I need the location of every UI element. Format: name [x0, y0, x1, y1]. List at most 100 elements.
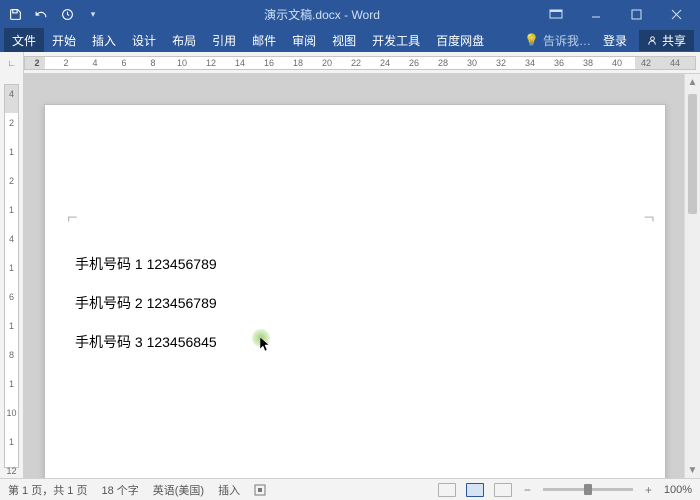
qat-dropdown-icon[interactable]: ▾ — [86, 7, 100, 21]
margin-mark-tr: ⌐ — [644, 207, 655, 228]
macro-icon[interactable] — [254, 484, 266, 496]
close-icon[interactable] — [664, 4, 688, 24]
text-line[interactable]: 手机号码 1 123456789 — [75, 245, 217, 284]
page-count[interactable]: 第 1 页，共 1 页 — [8, 482, 87, 498]
share-icon — [647, 35, 658, 46]
status-bar: 第 1 页，共 1 页 18 个字 英语(美国) 插入 − + 100% — [0, 478, 700, 500]
tab-insert[interactable]: 插入 — [84, 28, 124, 52]
save-icon[interactable] — [8, 7, 22, 21]
ribbon-options-icon[interactable] — [544, 4, 568, 24]
document-content[interactable]: 手机号码 1 123456789 手机号码 2 123456789 手机号码 3… — [75, 245, 217, 363]
ribbon-right: 💡 告诉我… 登录 共享 — [524, 28, 700, 52]
ruler-tick: 34 — [525, 58, 535, 68]
login-link[interactable]: 登录 — [597, 32, 633, 49]
ruler-tick: 20 — [322, 58, 332, 68]
language-status[interactable]: 英语(美国) — [153, 482, 204, 498]
window-controls — [544, 4, 700, 24]
ruler-tick: 4 — [9, 234, 14, 244]
ruler-tick: 14 — [235, 58, 245, 68]
share-label: 共享 — [662, 32, 686, 49]
ruler-tick: 30 — [467, 58, 477, 68]
ruler-tick: 16 — [264, 58, 274, 68]
minimize-icon[interactable] — [584, 4, 608, 24]
tab-developer[interactable]: 开发工具 — [364, 28, 428, 52]
tab-review[interactable]: 审阅 — [284, 28, 324, 52]
maximize-icon[interactable] — [624, 4, 648, 24]
ruler-tick: 10 — [177, 58, 187, 68]
zoom-out-button[interactable]: − — [522, 483, 533, 497]
title-bar: ▾ 演示文稿.docx - Word — [0, 0, 700, 28]
page-area: ⌐ ⌐ 手机号码 1 123456789 手机号码 2 123456789 手机… — [24, 74, 700, 478]
workspace: 4212141618110112 ⌐ ⌐ 手机号码 1 123456789 手机… — [0, 74, 700, 478]
ruler-tick: 2 — [34, 58, 39, 68]
ruler-tick: 1 — [9, 437, 14, 447]
ruler-tick: 36 — [554, 58, 564, 68]
document-title: 演示文稿.docx - Word — [100, 6, 544, 23]
tab-baidu[interactable]: 百度网盘 — [428, 28, 492, 52]
quick-access-toolbar: ▾ — [0, 7, 100, 21]
ruler-tick: 4 — [92, 58, 97, 68]
ruler-tick: 1 — [9, 147, 14, 157]
tab-references[interactable]: 引用 — [204, 28, 244, 52]
view-web-icon[interactable] — [494, 483, 512, 497]
ruler-area: ∟ 22468101214161820222426283032343638404… — [0, 52, 700, 74]
ruler-tick: 1 — [9, 379, 14, 389]
insert-mode[interactable]: 插入 — [218, 482, 240, 498]
ruler-tick: 2 — [9, 118, 14, 128]
view-read-icon[interactable] — [438, 483, 456, 497]
tab-layout[interactable]: 布局 — [164, 28, 204, 52]
ruler-tick: 44 — [670, 58, 680, 68]
ribbon-tabs: 文件 开始 插入 设计 布局 引用 邮件 审阅 视图 开发工具 百度网盘 💡 告… — [0, 28, 700, 52]
tab-file[interactable]: 文件 — [4, 28, 44, 52]
horizontal-ruler[interactable]: 2246810121416182022242628303234363840424… — [24, 56, 696, 70]
ruler-tick: 10 — [6, 408, 16, 418]
ruler-tick: 26 — [409, 58, 419, 68]
document-page[interactable]: ⌐ ⌐ 手机号码 1 123456789 手机号码 2 123456789 手机… — [44, 104, 666, 478]
undo-icon[interactable] — [34, 7, 48, 21]
text-line[interactable]: 手机号码 3 123456845 — [75, 323, 217, 362]
ruler-tick: 18 — [293, 58, 303, 68]
ruler-tick: 6 — [121, 58, 126, 68]
vertical-ruler[interactable]: 4212141618110112 — [0, 74, 24, 478]
lightbulb-icon: 💡 — [524, 33, 539, 47]
status-right: − + 100% — [438, 483, 692, 497]
scroll-up-icon[interactable]: ▲ — [685, 74, 700, 90]
vertical-scrollbar[interactable]: ▲ ▼ — [684, 74, 700, 478]
tell-me-label: 告诉我… — [543, 32, 591, 49]
ruler-tick: 32 — [496, 58, 506, 68]
tell-me-search[interactable]: 💡 告诉我… — [524, 32, 591, 49]
tab-mailings[interactable]: 邮件 — [244, 28, 284, 52]
ruler-tick: 4 — [9, 89, 14, 99]
ruler-tick: 40 — [612, 58, 622, 68]
text-line[interactable]: 手机号码 2 123456789 — [75, 284, 217, 323]
ruler-tick: 1 — [9, 321, 14, 331]
ruler-tick: 2 — [9, 176, 14, 186]
redo-icon[interactable] — [60, 7, 74, 21]
scroll-down-icon[interactable]: ▼ — [685, 462, 700, 478]
tab-home[interactable]: 开始 — [44, 28, 84, 52]
cursor-icon — [260, 337, 272, 353]
tab-view[interactable]: 视图 — [324, 28, 364, 52]
margin-mark-tl: ⌐ — [67, 207, 78, 228]
share-button[interactable]: 共享 — [639, 30, 694, 51]
ruler-tick: 38 — [583, 58, 593, 68]
ruler-tick: 42 — [641, 58, 651, 68]
scroll-thumb[interactable] — [688, 94, 697, 214]
ruler-tick: 1 — [9, 263, 14, 273]
tab-design[interactable]: 设计 — [124, 28, 164, 52]
word-count[interactable]: 18 个字 — [101, 482, 138, 498]
ruler-tick: 24 — [380, 58, 390, 68]
zoom-level[interactable]: 100% — [664, 484, 692, 496]
ruler-tick: 8 — [150, 58, 155, 68]
ruler-tick: 6 — [9, 292, 14, 302]
ruler-tick: 12 — [6, 466, 16, 476]
ruler-tick: 28 — [438, 58, 448, 68]
ruler-tick: 12 — [206, 58, 216, 68]
zoom-thumb[interactable] — [584, 484, 592, 495]
ruler-tick: 1 — [9, 205, 14, 215]
view-print-icon[interactable] — [466, 483, 484, 497]
ruler-corner[interactable]: ∟ — [0, 52, 24, 74]
ruler-tick: 8 — [9, 350, 14, 360]
zoom-in-button[interactable]: + — [643, 483, 654, 497]
zoom-slider[interactable] — [543, 488, 633, 491]
